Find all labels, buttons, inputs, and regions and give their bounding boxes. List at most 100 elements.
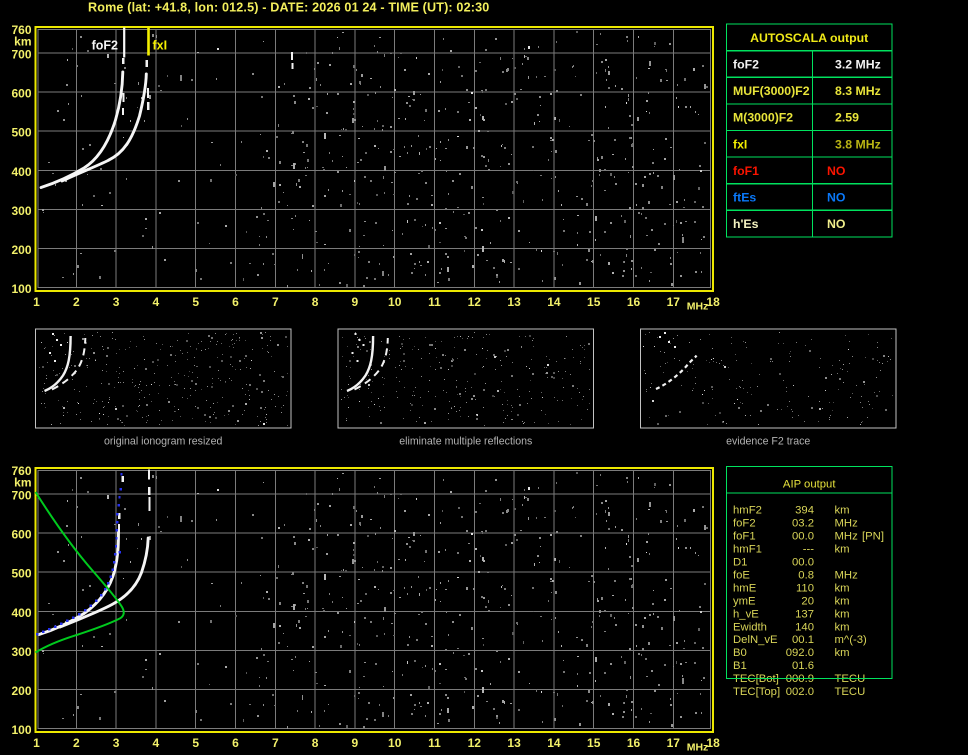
svg-text:km: km [835, 582, 850, 594]
svg-text:[PN]: [PN] [862, 531, 884, 543]
svg-text:original ionogram resized: original ionogram resized [104, 436, 222, 448]
svg-text:11: 11 [428, 736, 441, 750]
svg-text:D1: D1 [733, 557, 747, 569]
svg-text:8: 8 [312, 736, 319, 750]
svg-text:fxI: fxI [733, 137, 747, 151]
svg-text:3.2 MHz: 3.2 MHz [835, 58, 881, 72]
svg-text:h'Es: h'Es [733, 217, 759, 231]
svg-text:km: km [14, 35, 31, 49]
svg-text:km: km [835, 505, 850, 517]
svg-text:---: --- [803, 544, 815, 556]
svg-text:7: 7 [272, 736, 279, 750]
svg-text:1: 1 [33, 736, 40, 750]
svg-text:110: 110 [796, 582, 814, 594]
svg-text:9: 9 [352, 736, 359, 750]
svg-text:0.8: 0.8 [798, 570, 814, 582]
svg-text:MHz: MHz [687, 301, 709, 313]
svg-text:NO: NO [827, 191, 846, 205]
svg-text:2: 2 [73, 736, 80, 750]
svg-text:100: 100 [11, 723, 31, 737]
svg-text:394: 394 [795, 505, 814, 517]
svg-text:500: 500 [11, 126, 31, 140]
svg-text:ymE: ymE [733, 595, 756, 607]
svg-text:ftEs: ftEs [733, 191, 756, 205]
svg-text:foE: foE [733, 570, 750, 582]
svg-text:fxI: fxI [153, 39, 168, 53]
svg-text:300: 300 [11, 645, 31, 659]
svg-text:hmE: hmE [733, 582, 757, 594]
svg-text:140: 140 [795, 621, 814, 633]
svg-text:7: 7 [272, 295, 279, 309]
svg-text:NO: NO [827, 164, 846, 178]
svg-text:MHz: MHz [835, 570, 859, 582]
svg-text:km: km [835, 595, 850, 607]
svg-text:foF1: foF1 [733, 164, 759, 178]
svg-text:1: 1 [33, 295, 40, 309]
svg-text:300: 300 [11, 204, 31, 218]
svg-text:00.0: 00.0 [792, 557, 814, 569]
svg-text:10: 10 [388, 736, 402, 750]
svg-text:03.2: 03.2 [792, 518, 814, 530]
svg-text:B1: B1 [733, 660, 747, 672]
svg-text:13: 13 [507, 736, 521, 750]
svg-text:km: km [14, 476, 31, 490]
svg-text:400: 400 [11, 606, 31, 620]
svg-text:600: 600 [11, 528, 31, 542]
svg-text:h_vE: h_vE [733, 608, 759, 620]
svg-text:evidence F2 trace: evidence F2 trace [726, 436, 810, 448]
svg-text:11: 11 [428, 295, 441, 309]
svg-text:2.59: 2.59 [835, 111, 859, 125]
svg-text:AUTOSCALA output: AUTOSCALA output [750, 31, 868, 45]
svg-text:km: km [835, 647, 850, 659]
svg-text:10: 10 [388, 295, 402, 309]
svg-text:TECU: TECU [835, 686, 866, 698]
svg-text:700: 700 [11, 489, 31, 503]
svg-text:M(3000)F2: M(3000)F2 [733, 111, 793, 125]
svg-text:13: 13 [507, 295, 521, 309]
svg-text:AIP output: AIP output [783, 479, 836, 491]
svg-text:B0: B0 [733, 647, 747, 659]
svg-text:137: 137 [795, 608, 814, 620]
svg-text:18: 18 [706, 736, 720, 750]
svg-text:Rome (lat: +41.8, lon: 012.5): Rome (lat: +41.8, lon: 012.5) - DATE: 20… [88, 0, 489, 14]
svg-text:foF2: foF2 [733, 518, 756, 530]
svg-text:9: 9 [352, 295, 359, 309]
svg-text:00.0: 00.0 [792, 531, 814, 543]
svg-text:5: 5 [192, 736, 199, 750]
svg-text:3: 3 [113, 295, 120, 309]
svg-text:foF2: foF2 [92, 39, 118, 53]
svg-text:3: 3 [113, 736, 120, 750]
svg-text:foF1: foF1 [733, 531, 756, 543]
svg-text:hmF2: hmF2 [733, 505, 762, 517]
svg-text:002.0: 002.0 [786, 686, 814, 698]
svg-text:2: 2 [73, 295, 80, 309]
svg-text:km: km [835, 544, 850, 556]
svg-text:20: 20 [801, 595, 814, 607]
svg-text:500: 500 [11, 567, 31, 581]
svg-text:eliminate multiple reflections: eliminate multiple reflections [399, 436, 532, 448]
svg-text:km: km [835, 621, 850, 633]
svg-text:200: 200 [11, 243, 31, 257]
svg-text:MHz: MHz [687, 742, 709, 754]
svg-text:km: km [835, 608, 850, 620]
svg-text:6: 6 [232, 736, 239, 750]
svg-text:14: 14 [547, 736, 561, 750]
svg-text:18: 18 [706, 295, 720, 309]
svg-text:200: 200 [11, 684, 31, 698]
svg-text:17: 17 [667, 295, 681, 309]
svg-text:hmF1: hmF1 [733, 544, 762, 556]
svg-text:12: 12 [468, 295, 482, 309]
svg-text:16: 16 [627, 736, 641, 750]
svg-text:MHz: MHz [835, 531, 859, 543]
svg-text:600: 600 [11, 87, 31, 101]
svg-text:foF2: foF2 [733, 58, 759, 72]
svg-text:100: 100 [11, 282, 31, 296]
svg-text:16: 16 [627, 295, 641, 309]
svg-text:8: 8 [312, 295, 319, 309]
svg-text:DelN_vE: DelN_vE [733, 634, 778, 646]
svg-text:m^(-3): m^(-3) [835, 634, 868, 646]
svg-text:4: 4 [153, 295, 160, 309]
svg-text:700: 700 [11, 48, 31, 62]
svg-text:8.3 MHz: 8.3 MHz [835, 84, 881, 98]
svg-text:17: 17 [667, 736, 681, 750]
